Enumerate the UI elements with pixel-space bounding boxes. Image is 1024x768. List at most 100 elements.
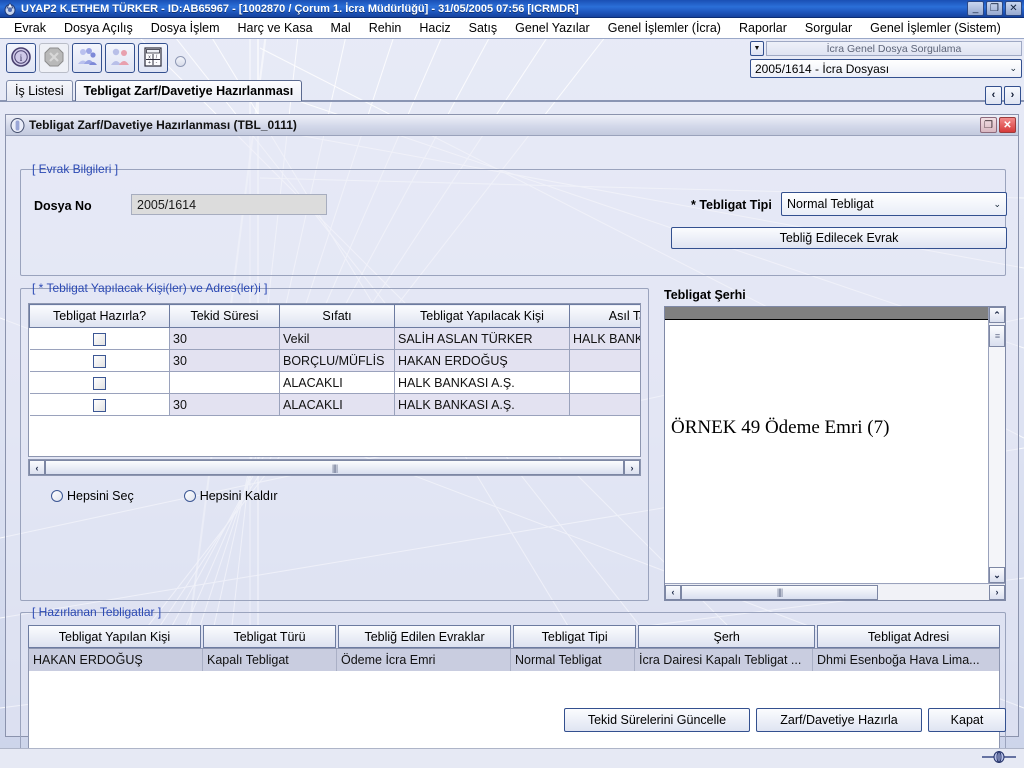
serhi-vscrollbar[interactable]: ⌃ ≡ ⌄	[988, 307, 1005, 583]
hazirlanan-table: HAKAN ERDOĞUŞ Kapalı Tebligat Ödeme İcra…	[28, 648, 1000, 754]
radio-icon[interactable]	[183, 490, 196, 502]
menu-genel-islemler-icra[interactable]: Genel İşlemler (İcra)	[599, 19, 730, 37]
row-checkbox-cell[interactable]	[29, 349, 170, 372]
cell-kisi: HAKAN ERDOĞUŞ	[394, 349, 570, 372]
checkbox-icon[interactable]	[92, 354, 106, 368]
col-teblig-edilen-evraklar[interactable]: Tebliğ Edilen Evraklar	[338, 625, 512, 648]
close-button[interactable]: ✕	[1005, 1, 1022, 16]
internal-form-window: Tebligat Zarf/Davetiye Hazırlanması (TBL…	[5, 114, 1019, 768]
scroll-right-button[interactable]: ›	[624, 460, 640, 475]
table-row[interactable]: 30 ALACAKLI HALK BANKASI A.Ş.	[29, 393, 640, 416]
group-evrak-bilgileri: [ Evrak Bilgileri ] Dosya No 2005/1614 *…	[20, 162, 1007, 276]
scroll-track[interactable]	[989, 347, 1005, 567]
scroll-thumb[interactable]: ||||	[45, 460, 624, 475]
col-tebligat-yapilan-kisi[interactable]: Tebligat Yapılan Kişi	[28, 625, 201, 648]
col-asil-tarih[interactable]: Asıl Tar	[569, 304, 640, 328]
kisi-table-container: Tebligat Hazırla? Tekid Süresi Sıfatı Te…	[28, 303, 641, 457]
menu-satis[interactable]: Satış	[460, 19, 507, 37]
row-checkbox-cell[interactable]	[29, 371, 170, 394]
radio-icon[interactable]	[51, 490, 63, 502]
radio-hepsini-kaldir[interactable]: Hepsini Kaldır	[183, 489, 278, 503]
group-people-icon-button[interactable]	[72, 43, 102, 73]
minimize-button[interactable]: _	[967, 1, 984, 16]
zarf-davetiye-hazirla-button[interactable]: Zarf/Davetiye Hazırla	[756, 708, 922, 732]
chevron-down-icon[interactable]: ▼	[750, 41, 764, 56]
menu-rehin[interactable]: Rehin	[360, 19, 411, 37]
scroll-track[interactable]: ||||	[681, 584, 989, 600]
cell-asil	[569, 371, 640, 394]
radio-hepsini-sec[interactable]: Hepsini Seç	[51, 489, 134, 503]
row-checkbox-cell[interactable]	[29, 327, 170, 350]
status-led-icon	[175, 55, 186, 67]
info-icon-button[interactable]: i	[6, 43, 36, 73]
kisi-table-hscrollbar[interactable]: ‹ |||| ›	[28, 459, 641, 476]
table-row[interactable]: 30 Vekil SALİH ASLAN TÜRKER HALK BANK	[29, 327, 640, 350]
menu-evrak[interactable]: Evrak	[5, 19, 55, 37]
scroll-track[interactable]: ||||	[45, 460, 624, 475]
internal-restore-button[interactable]: ❐	[980, 117, 997, 133]
menu-harc-ve-kasa[interactable]: Harç ve Kasa	[229, 19, 322, 37]
menu-genel-islemler-sistem[interactable]: Genel İşlemler (Sistem)	[861, 19, 1010, 37]
serhi-hscrollbar[interactable]: ‹ |||| ›	[665, 583, 1005, 600]
menu-sorgular[interactable]: Sorgular	[796, 19, 861, 37]
menu-haciz[interactable]: Haciz	[410, 19, 459, 37]
scroll-right-button[interactable]: ›	[989, 584, 1005, 600]
col-sifati[interactable]: Sıfatı	[279, 304, 395, 328]
cell-sifat: Vekil	[279, 327, 395, 350]
two-people-icon	[109, 46, 131, 71]
form-window-icon	[10, 117, 25, 133]
prev-tab-button[interactable]: ‹	[985, 86, 1002, 105]
menu-raporlar[interactable]: Raporlar	[730, 19, 796, 37]
scroll-thumb[interactable]: ≡	[989, 325, 1005, 347]
table-row[interactable]: 30 BORÇLU/MÜFLİS HAKAN ERDOĞUŞ	[29, 349, 640, 372]
tebligat-tipi-combo[interactable]: Normal Tebligat ⌄	[781, 192, 1007, 216]
tebligat-tipi-label: * Tebligat Tipi	[691, 198, 772, 212]
two-people-icon-button[interactable]	[105, 43, 135, 73]
tab-tebligat-zarf-davetiye[interactable]: Tebligat Zarf/Davetiye Hazırlanması	[74, 80, 303, 101]
col-tebligat-adresi[interactable]: Tebligat Adresi	[817, 625, 1000, 648]
checkbox-icon[interactable]	[92, 332, 106, 346]
menu-dosya-acilis[interactable]: Dosya Açılış	[55, 19, 142, 37]
col-tebligat-hazirla[interactable]: Tebligat Hazırla?	[29, 304, 170, 328]
menu-bar: Evrak Dosya Açılış Dosya İşlem Harç ve K…	[0, 18, 1024, 39]
col-tebligat-tipi[interactable]: Tebligat Tipi	[513, 625, 637, 648]
checkbox-icon[interactable]	[92, 376, 106, 390]
menu-dosya-islem[interactable]: Dosya İşlem	[142, 19, 229, 37]
tab-nav-buttons: ‹ ›	[985, 86, 1021, 105]
cell-serh: İcra Dairesi Kapalı Tebligat ...	[635, 649, 813, 671]
col-tebligat-turu[interactable]: Tebligat Türü	[202, 625, 337, 648]
scroll-up-button[interactable]: ⌃	[989, 307, 1005, 323]
tab-strip: İş Listesi Tebligat Zarf/Davetiye Hazırl…	[6, 79, 1024, 101]
hazirlanan-header-row: Tebligat Yapılan Kişi Tebligat Türü Tebl…	[28, 625, 1000, 648]
row-checkbox-cell[interactable]	[29, 393, 170, 416]
teblig-edilecek-evrak-button[interactable]: Tebliğ Edilecek Evrak	[671, 227, 1007, 249]
menu-genel-yazilar[interactable]: Genel Yazılar	[506, 19, 599, 37]
table-row[interactable]: HAKAN ERDOĞUŞ Kapalı Tebligat Ödeme İcra…	[29, 649, 999, 671]
file-select-value: 2005/1614 - İcra Dosyası	[755, 61, 890, 76]
checkbox-icon[interactable]	[92, 398, 106, 412]
tekid-surelerini-guncelle-button[interactable]: Tekid Sürelerini Güncelle	[564, 708, 750, 732]
tab-is-listesi[interactable]: İş Listesi	[6, 80, 73, 101]
cell-tekid	[169, 371, 280, 394]
grip-icon: ≡	[994, 331, 1000, 341]
tebligat-serhi-text: ÖRNEK 49 Ödeme Emri (7)	[671, 417, 890, 438]
col-tekid-suresi[interactable]: Tekid Süresi	[169, 304, 280, 328]
restore-button[interactable]: ❐	[986, 1, 1003, 16]
table-row[interactable]: ALACAKLI HALK BANKASI A.Ş.	[29, 371, 640, 394]
scroll-thumb[interactable]: ||||	[681, 584, 879, 600]
menu-mal[interactable]: Mal	[322, 19, 360, 37]
cell-kisi: SALİH ASLAN TÜRKER	[394, 327, 570, 350]
kapat-button[interactable]: Kapat	[928, 708, 1006, 732]
scroll-down-button[interactable]: ⌄	[989, 567, 1005, 583]
calculator-icon-button[interactable]: x / + -	[138, 43, 168, 73]
internal-close-button[interactable]: ✕	[999, 117, 1016, 133]
tebligat-serhi-panel[interactable]: ÖRNEK 49 Ödeme Emri (7) ⌃ ≡ ⌄ ‹ |||| ›	[664, 306, 1006, 601]
next-tab-button[interactable]: ›	[1004, 86, 1021, 105]
cell-tekid: 30	[169, 349, 280, 372]
form-body: [ Evrak Bilgileri ] Dosya No 2005/1614 *…	[6, 136, 1018, 768]
file-select-combo[interactable]: 2005/1614 - İcra Dosyası ⌄	[750, 59, 1022, 78]
scroll-left-button[interactable]: ‹	[665, 584, 681, 600]
col-serh[interactable]: Şerh	[638, 625, 816, 648]
scroll-left-button[interactable]: ‹	[29, 460, 45, 475]
col-tebligat-yapilacak-kisi[interactable]: Tebligat Yapılacak Kişi	[394, 304, 570, 328]
